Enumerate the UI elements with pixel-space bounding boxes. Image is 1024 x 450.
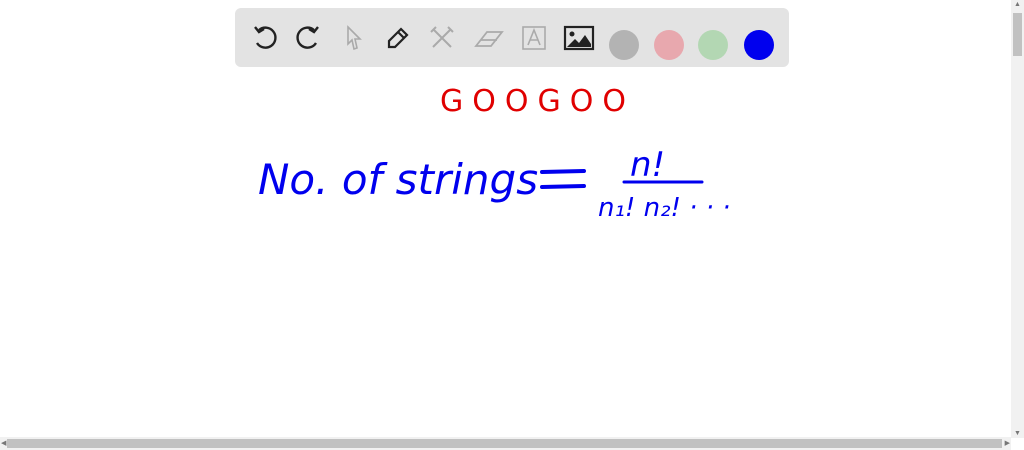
fraction-denominator: n₁! n₂! · · · (598, 193, 731, 223)
scroll-left-arrow[interactable]: ◀ (1, 439, 6, 447)
redo-icon (296, 26, 319, 49)
color-gray-swatch[interactable] (609, 30, 639, 60)
image-icon (563, 25, 595, 51)
fraction-bar (622, 180, 704, 184)
tools-button[interactable] (426, 22, 458, 54)
undo-button[interactable] (249, 22, 281, 54)
equals-sign (540, 169, 586, 189)
handwritten-word: GOOGOO (440, 84, 635, 119)
vertical-scrollbar[interactable]: ▲ ▼ (1011, 0, 1024, 438)
pen-icon (387, 27, 409, 49)
scroll-right-arrow[interactable]: ▶ (1005, 439, 1010, 447)
eraser-icon (474, 31, 504, 47)
text-icon (522, 26, 546, 50)
horizontal-scroll-thumb[interactable] (7, 439, 1002, 448)
pen-button[interactable] (382, 22, 414, 54)
drawing-canvas[interactable]: GOOGOO No. of strings n! n₁! n₂! · · · (0, 75, 1011, 438)
tools-icon (430, 26, 454, 48)
drawing-toolbar (235, 8, 789, 67)
image-button[interactable] (563, 22, 595, 54)
redo-button[interactable] (292, 22, 324, 54)
formula-lhs: No. of strings (258, 155, 539, 204)
scroll-up-arrow[interactable]: ▲ (1014, 1, 1021, 8)
color-blue-swatch[interactable] (744, 30, 774, 60)
select-icon (347, 25, 362, 51)
select-button[interactable] (338, 22, 370, 54)
color-green-swatch[interactable] (698, 30, 728, 60)
scroll-down-arrow[interactable]: ▼ (1014, 430, 1021, 437)
eraser-button[interactable] (473, 22, 505, 54)
horizontal-scrollbar[interactable]: ◀ ▶ (0, 437, 1011, 450)
text-button[interactable] (518, 22, 550, 54)
undo-icon (254, 26, 277, 49)
vertical-scroll-thumb[interactable] (1013, 13, 1022, 56)
color-pink-swatch[interactable] (654, 30, 684, 60)
